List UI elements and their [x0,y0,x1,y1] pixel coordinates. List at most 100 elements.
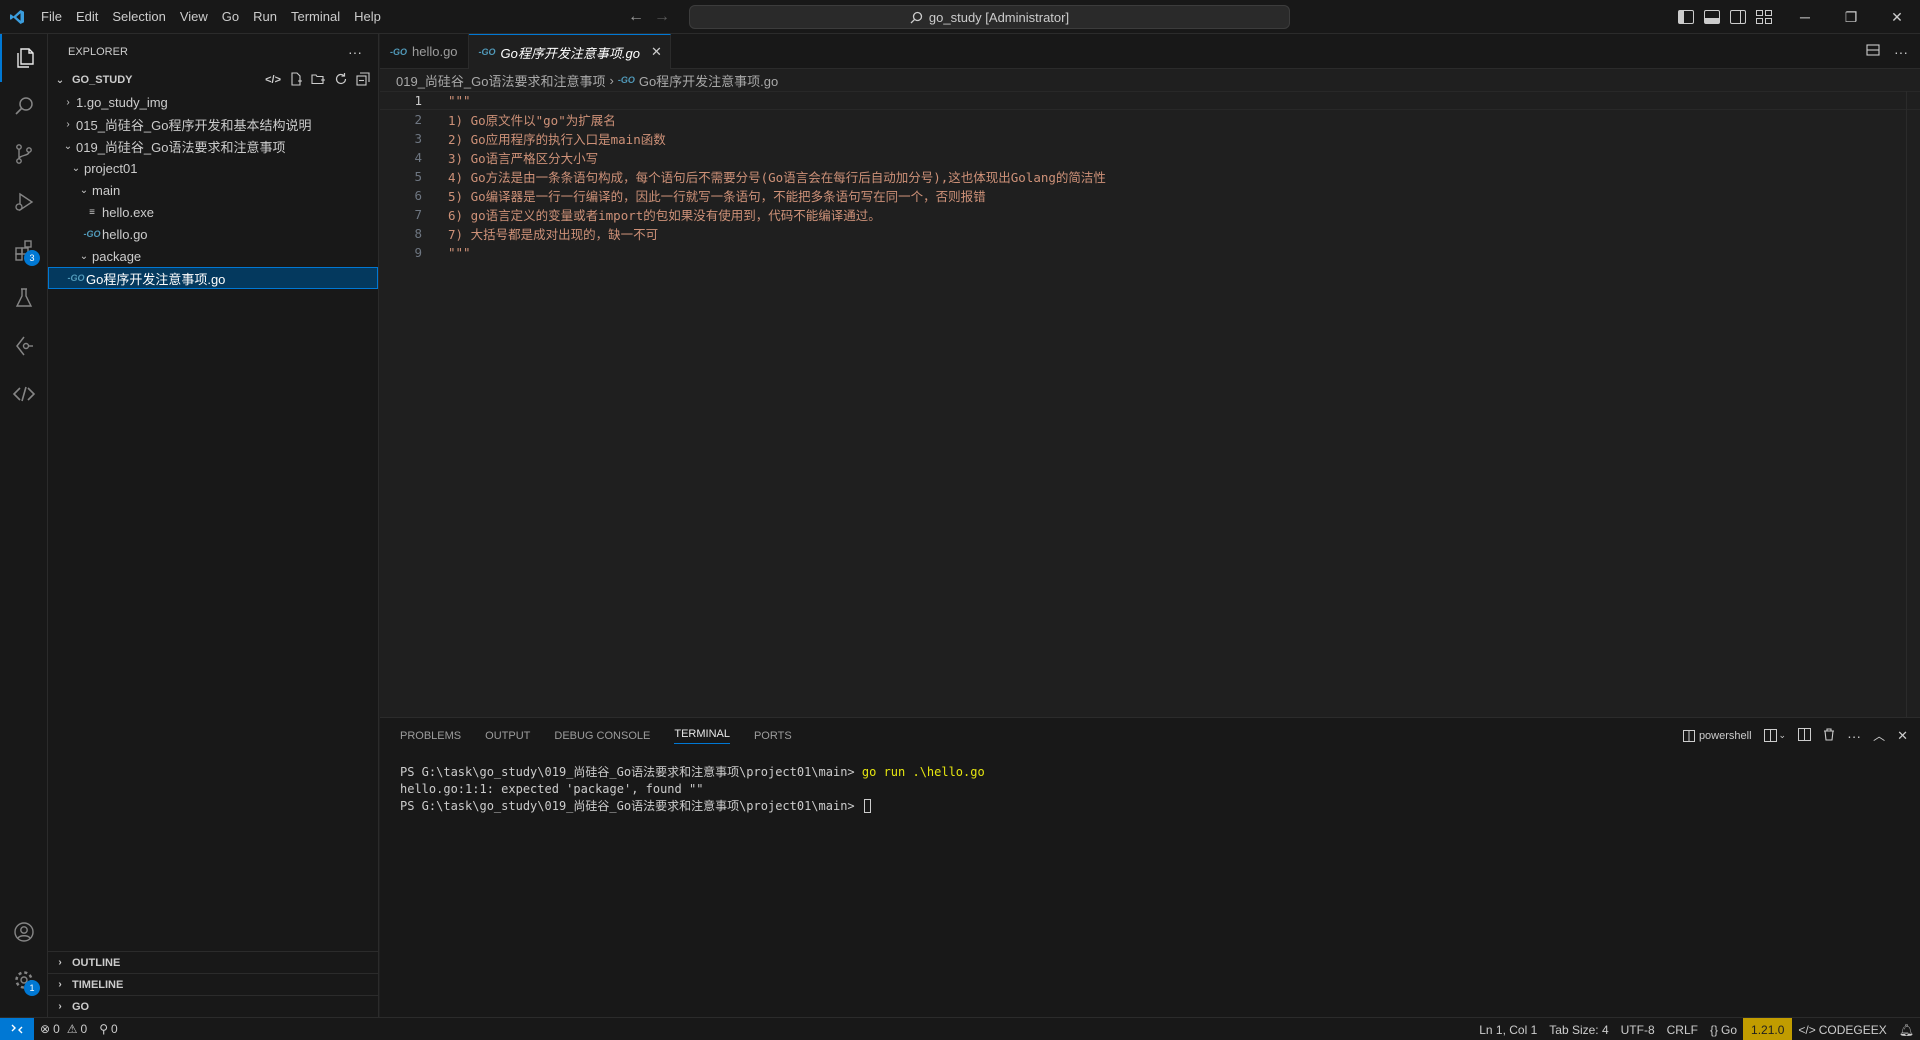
new-terminal-icon[interactable]: ⌄ [1763,729,1787,742]
tab-debug-console[interactable]: DEBUG CONSOLE [554,730,650,742]
kill-terminal-trash-icon[interactable] [1823,727,1835,744]
search-text: go_study [Administrator] [928,9,1070,25]
new-file-icon[interactable] [289,71,303,89]
tree-item[interactable]: › 015_尚硅谷_Go程序开发和基本结构说明 [48,113,378,135]
tree-item[interactable]: ⌄ 019_尚硅谷_Go语法要求和注意事项 [48,135,378,157]
codegeex-status[interactable]: </> CODEGEEX [1792,1018,1892,1040]
toggle-panel-icon[interactable] [1704,10,1720,24]
terminal-shell-selector[interactable]: powershell [1682,729,1752,742]
maximize-panel-chevron-up-icon[interactable]: ︿ [1873,727,1885,744]
tab-output[interactable]: OUTPUT [485,730,530,742]
tree-item[interactable]: -GO hello.go [48,223,378,245]
menu-go[interactable]: Go [215,9,246,24]
tree-item[interactable]: ⌄ project01 [48,157,378,179]
split-terminal-icon[interactable] [1798,727,1812,744]
more-actions-icon[interactable]: ··· [348,44,362,60]
gitlens-icon[interactable] [0,322,48,370]
problems-status[interactable]: ⊗ 0 ⚠ 0 [34,1018,93,1040]
panel-more-icon[interactable]: ··· [1847,728,1861,744]
chevron-down-icon[interactable]: ⌄ [1779,730,1787,741]
go-section[interactable]: › GO [48,995,379,1017]
command-center-search[interactable]: go_study [Administrator] [689,5,1290,29]
close-panel-icon[interactable]: ✕ [1897,728,1908,744]
notifications-bell-icon[interactable]: 🔔︎ [1893,1018,1920,1040]
split-editor-icon[interactable] [1866,43,1880,60]
code-line: 3 2) Go应用程序的执行入口是main函数 [380,129,1920,148]
chevron-down-icon: ⌄ [63,140,73,152]
toggle-primary-sidebar-icon[interactable] [1678,10,1694,24]
code-line: 7 6) go语言定义的变量或者import的包如果没有使用到，代码不能编译通过。 [380,205,1920,224]
tab-go-notes[interactable]: -GO Go程序开发注意事项.go ✕ [468,34,671,69]
editor-scrollbar[interactable] [1906,91,1920,717]
terminal-icon [1682,729,1695,742]
cursor-position[interactable]: Ln 1, Col 1 [1473,1018,1543,1040]
sidebar-title: EXPLORER [68,45,128,58]
tab-problems[interactable]: PROBLEMS [400,730,461,742]
language-mode[interactable]: {} Go [1704,1018,1743,1040]
collapse-all-icon[interactable] [356,71,370,89]
run-debug-icon[interactable] [0,178,48,226]
refresh-icon[interactable] [334,72,348,89]
timeline-section[interactable]: › TIMELINE [48,973,379,995]
language-label: Go [1721,1022,1738,1037]
terminal-output[interactable]: PS G:\task\go_study\019_尚硅谷_Go语法要求和注意事项\… [380,753,1920,814]
go-label: GO [72,1000,90,1013]
codegeex-action-icon[interactable]: </> [265,74,281,86]
remote-indicator-icon[interactable] [0,1017,34,1040]
codegeex-icon[interactable] [0,370,48,418]
workspace-name: GO_STUDY [72,74,133,86]
braces-icon: {} [1709,1022,1718,1037]
menu-terminal[interactable]: Terminal [284,9,347,24]
encoding[interactable]: UTF-8 [1615,1018,1661,1040]
tab-terminal[interactable]: TERMINAL [674,728,730,744]
accounts-icon[interactable] [0,908,48,956]
breadcrumb-folder[interactable]: 019_尚硅谷_Go语法要求和注意事项 [396,71,606,90]
ports-status[interactable]: ⚲ 0 [93,1018,123,1040]
source-control-icon[interactable] [0,130,48,178]
tab-ports[interactable]: PORTS [754,730,792,742]
editor-more-icon[interactable]: ··· [1894,44,1908,60]
tree-item[interactable]: -GO Go程序开发注意事项.go [48,267,378,289]
code-line: 1 """ [380,91,1920,110]
go-version[interactable]: 1.21.0 [1743,1018,1793,1040]
tree-item[interactable]: ≡ hello.exe [48,201,378,223]
menu-selection[interactable]: Selection [105,9,172,24]
menu-view[interactable]: View [173,9,215,24]
restore-icon[interactable]: ❐ [1828,0,1874,34]
close-window-icon[interactable]: ✕ [1874,0,1920,34]
workspace-header[interactable]: ⌄ GO_STUDY </> [48,69,378,91]
tree-item-label: hello.exe [102,204,155,220]
menu-help[interactable]: Help [347,9,388,24]
code-text: 5) Go编译器是一行一行编译的，因此一行就写一条语句，不能把多条语句写在同一个… [448,189,986,204]
terminal-line: hello.go:1:1: expected 'package', found … [400,780,1920,797]
manage-gear-icon[interactable]: 1 [0,956,48,1004]
new-folder-icon[interactable] [311,72,326,89]
toggle-secondary-sidebar-icon[interactable] [1730,10,1746,24]
code-text: 1) Go原文件以"go"为扩展名 [448,113,616,128]
terminal-prompt: PS G:\task\go_study\019_尚硅谷_Go语法要求和注意事项\… [400,799,862,813]
line-number: 4 [414,150,422,165]
outline-section[interactable]: › OUTLINE [48,951,379,973]
explorer-icon[interactable] [0,34,48,82]
minimize-icon[interactable]: ─ [1782,0,1828,34]
menu-run[interactable]: Run [246,9,284,24]
customize-layout-icon[interactable] [1756,10,1772,24]
tree-item[interactable]: › 1.go_study_img [48,91,378,113]
forward-arrow-icon[interactable]: → [654,8,670,26]
tab-size[interactable]: Tab Size: 4 [1543,1018,1614,1040]
menu-edit[interactable]: Edit [69,9,105,24]
line-number: 9 [414,245,422,260]
code-editor[interactable]: 1 """ 2 1) Go原文件以"go"为扩展名 3 2) Go应用程序的执行入口是ma… [380,91,1920,262]
testing-icon[interactable] [0,274,48,322]
search-view-icon[interactable] [0,82,48,130]
back-arrow-icon[interactable]: ← [628,8,644,26]
tree-item[interactable]: ⌄ main [48,179,378,201]
tab-hello-go[interactable]: -GO hello.go [380,34,469,69]
menu-file[interactable]: File [34,9,69,24]
extensions-icon[interactable]: 3 [0,226,48,274]
breadcrumb-file[interactable]: Go程序开发注意事项.go [639,71,778,90]
line-ending[interactable]: CRLF [1661,1018,1704,1040]
close-tab-icon[interactable]: ✕ [651,44,662,60]
tree-item[interactable]: ⌄ package [48,245,378,267]
codegeex-label: CODEGEEX [1818,1022,1887,1037]
